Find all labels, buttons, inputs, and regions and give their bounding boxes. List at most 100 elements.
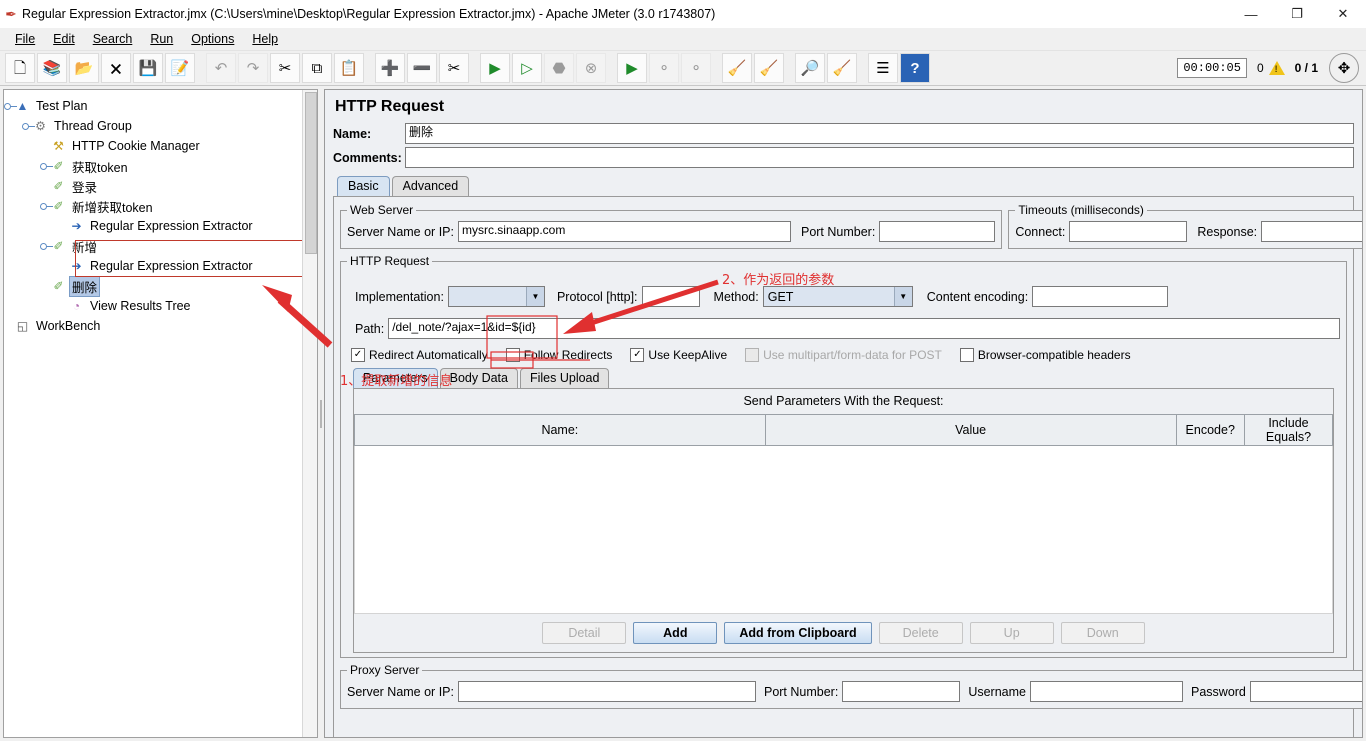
tree-node[interactable]: ◱ WorkBench <box>8 316 317 336</box>
response-timeout-input[interactable] <box>1261 221 1362 242</box>
proxy-password-label: Password <box>1191 684 1246 699</box>
tree-node-label: 新增获取token <box>72 200 153 215</box>
tree-node[interactable]: ✐ 新增 <box>8 236 317 256</box>
tree-node[interactable]: ✐ 新增获取token <box>8 196 317 216</box>
paste-icon[interactable]: 📋 <box>334 53 364 83</box>
delete-button[interactable]: Delete <box>878 622 963 644</box>
browser-compatible-headers-checkbox[interactable] <box>959 348 974 362</box>
new-icon[interactable]: 🗋 <box>5 53 35 83</box>
port-number-input[interactable] <box>879 221 996 242</box>
implementation-select[interactable]: ▼ <box>447 286 545 307</box>
start-icon[interactable]: ▶ <box>480 53 510 83</box>
name-input[interactable]: 删除 <box>405 123 1354 144</box>
menu-options[interactable]: Options <box>182 30 243 48</box>
tree-node[interactable]: ✐ 获取token <box>8 156 317 176</box>
content-encoding-input[interactable] <box>1032 286 1169 307</box>
tree-scrollbar-vertical[interactable] <box>302 90 317 737</box>
stop-icon[interactable]: ⬣ <box>544 53 574 83</box>
test-plan-tree[interactable]: ▲ Test Plan ⚙ Thread Group ⚒ HTTP Cookie Mana… <box>4 90 317 336</box>
proxy-port-input[interactable] <box>842 681 961 702</box>
search-icon[interactable]: 🔎 <box>795 53 825 83</box>
tree-node[interactable]: ➔ Regular Expression Extractor <box>8 256 317 276</box>
tree-node-label: Regular Expression Extractor <box>90 259 253 273</box>
remote-stop-all-icon[interactable]: ⚬ <box>649 53 679 83</box>
tree-expand-handle[interactable] <box>39 202 53 211</box>
start-no-pauses-icon[interactable]: ▷ <box>512 53 542 83</box>
clear-icon[interactable]: 🧹 <box>722 53 752 83</box>
tree-expand-handle[interactable] <box>4 102 17 111</box>
menu-help[interactable]: Help <box>243 30 287 48</box>
open-icon[interactable]: 📂 <box>69 53 99 83</box>
method-select[interactable]: GET ▼ <box>762 286 913 307</box>
add-from-clipboard-button[interactable]: Add from Clipboard <box>724 622 872 644</box>
collapse-all-icon[interactable]: ➖ <box>407 53 437 83</box>
use-keepalive-checkbox[interactable]: ✓ <box>630 348 645 362</box>
tab-basic[interactable]: Basic <box>337 176 390 196</box>
menu-edit[interactable]: Edit <box>44 30 84 48</box>
redirect-automatically-checkbox[interactable]: ✓ <box>351 348 365 362</box>
cut-icon[interactable]: ✂ <box>270 53 300 83</box>
comments-input[interactable] <box>405 147 1354 168</box>
function-helper-icon[interactable]: ☰ <box>868 53 898 83</box>
add-button[interactable]: Add <box>633 622 718 644</box>
path-input[interactable]: /del_note/?ajax=1&id=${id} <box>388 318 1340 339</box>
copy-icon[interactable]: ⧉ <box>302 53 332 83</box>
column-header-encode[interactable]: Encode? <box>1175 414 1245 446</box>
column-header-include-equals[interactable]: Include Equals? <box>1243 414 1334 446</box>
follow-redirects-checkbox[interactable] <box>505 348 520 362</box>
tab-advanced[interactable]: Advanced <box>391 176 470 196</box>
proxy-username-input[interactable] <box>1030 681 1183 702</box>
parameters-table-empty-body[interactable] <box>354 445 1333 614</box>
minimize-button[interactable]: — <box>1228 0 1274 28</box>
up-button[interactable]: Up <box>969 622 1054 644</box>
menu-search[interactable]: Search <box>84 30 142 48</box>
expand-icon[interactable]: ✥ <box>1329 53 1359 83</box>
save-as-icon[interactable]: 📝 <box>165 53 195 83</box>
tree-collapse-handle[interactable] <box>39 162 53 171</box>
tree-scrollbar-thumb[interactable] <box>305 92 317 254</box>
tree-node[interactable]: ➔ Regular Expression Extractor <box>8 216 317 236</box>
column-header-value[interactable]: Value <box>764 414 1177 446</box>
close-button[interactable]: ✕ <box>1320 0 1366 28</box>
protocol-input[interactable] <box>641 286 700 307</box>
workbench-icon: ◱ <box>16 319 29 333</box>
comments-row: Comments: <box>325 146 1362 170</box>
proxy-password-input[interactable] <box>1249 681 1362 702</box>
warning-indicator[interactable]: 0 <box>1257 61 1285 75</box>
tree-node-label: 登录 <box>72 180 98 195</box>
undo-icon[interactable]: ↶ <box>206 53 236 83</box>
parameters-table[interactable]: Name: Value Encode? Include Equals? <box>354 414 1334 614</box>
remote-start-all-icon[interactable]: ▶ <box>617 53 647 83</box>
save-icon[interactable]: 💾 <box>133 53 163 83</box>
clear-all-icon[interactable]: 🧹 <box>754 53 784 83</box>
tree-node[interactable]: ◔ View Results Tree <box>8 296 317 316</box>
down-button[interactable]: Down <box>1060 622 1145 644</box>
menu-run[interactable]: Run <box>141 30 182 48</box>
maximize-button[interactable]: ❐ <box>1274 0 1320 28</box>
reset-search-icon[interactable]: 🧹 <box>827 53 857 83</box>
tree-node[interactable]: ✐ 登录 <box>8 176 317 196</box>
detail-button[interactable]: Detail <box>542 622 627 644</box>
server-name-input[interactable]: mysrc.sinaapp.com <box>457 221 791 242</box>
column-header-name[interactable]: Name: <box>354 414 766 446</box>
proxy-server-name-input[interactable] <box>457 681 756 702</box>
redo-icon[interactable]: ↷ <box>238 53 268 83</box>
tree-node[interactable]: ⚙ Thread Group <box>8 116 317 136</box>
tree-node[interactable]: ⚒ HTTP Cookie Manager <box>8 136 317 156</box>
tree-expand-handle[interactable] <box>39 242 53 251</box>
toggle-icon[interactable]: ✂ <box>439 53 469 83</box>
path-label: Path: <box>355 321 385 336</box>
connect-timeout-input[interactable] <box>1069 221 1188 242</box>
help-icon[interactable]: ? <box>900 53 930 83</box>
subtab-files-upload[interactable]: Files Upload <box>519 368 610 388</box>
templates-icon[interactable]: 📚 <box>37 53 67 83</box>
shutdown-icon[interactable]: ⊗ <box>576 53 606 83</box>
parameters-table-body-row[interactable] <box>354 445 1333 614</box>
expand-all-icon[interactable]: ➕ <box>375 53 405 83</box>
menu-file[interactable]: File <box>6 30 44 48</box>
tree-node[interactable]: ✐ 删除 <box>8 275 317 297</box>
remote-shutdown-all-icon[interactable]: ⚬ <box>681 53 711 83</box>
tree-node[interactable]: ▲ Test Plan <box>4 96 317 116</box>
tree-expand-handle[interactable] <box>21 122 35 131</box>
close-icon[interactable]: 🗙 <box>101 53 131 83</box>
